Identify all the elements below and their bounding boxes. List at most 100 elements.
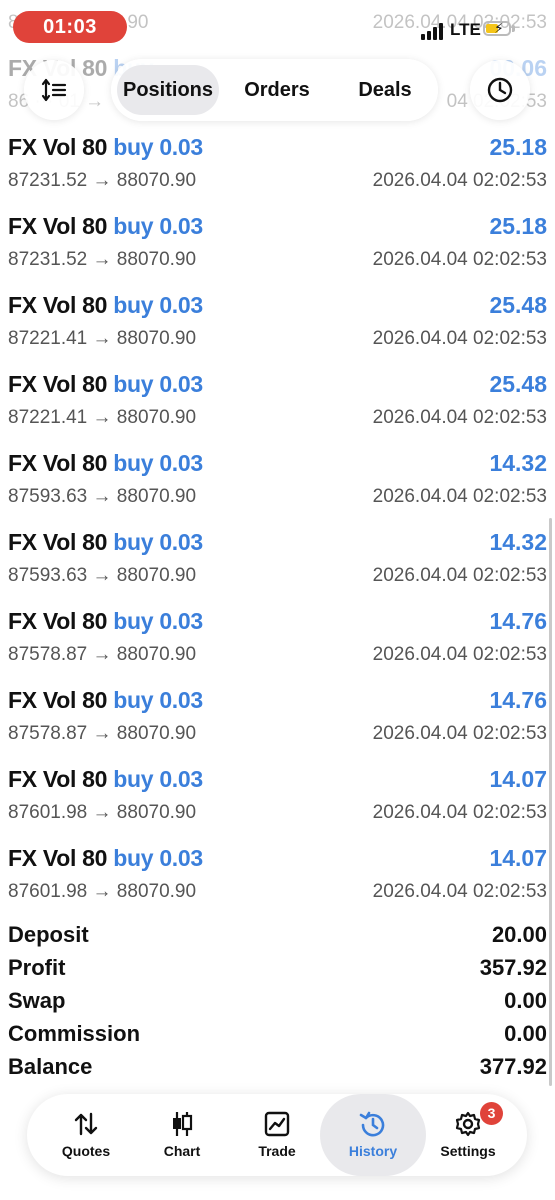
deal-title: FX Vol 80 buy 0.03 [8, 292, 203, 319]
scrollbar[interactable] [549, 518, 552, 1086]
tab-label: History [348, 1143, 398, 1159]
deal-date: 2026.04.04 02:02:53 [372, 802, 547, 823]
list-item[interactable]: FX Vol 80 buy 0.03 14.07 87601.98 → 88070.… [0, 845, 555, 924]
deal-prices: 87231.52 → 88070.90 [8, 170, 197, 191]
tab-positions[interactable]: Positions [117, 65, 219, 115]
battery-icon: ⚡ [483, 20, 511, 36]
tab-orders[interactable]: Orders [225, 65, 329, 115]
tab-trade[interactable]: Trade [232, 1094, 322, 1176]
deal-symbol: FX Vol 80 [8, 687, 108, 713]
deal-side: buy 0.03 [113, 529, 203, 555]
network-type: LTE [450, 20, 481, 39]
summary-row-balance: Balance 377.92 [0, 1050, 555, 1083]
deal-side: buy 0.03 [113, 845, 203, 871]
list-item[interactable]: FX Vol 80 buy 0.03 25.18 87231.52 → 88070.… [0, 134, 555, 213]
notification-badge: 3 [480, 1102, 503, 1125]
signal-icon [421, 22, 449, 40]
deal-side: buy 0.03 [113, 134, 203, 160]
tab-quotes[interactable]: Quotes [41, 1094, 131, 1176]
deal-symbol: FX Vol 80 [8, 292, 108, 318]
summary-label: Profit [8, 955, 66, 980]
summary-label: Swap [8, 988, 66, 1013]
list-item[interactable]: FX Vol 80 buy 0.03 14.76 87578.87 → 88070.… [0, 608, 555, 687]
deal-date: 2026.04.04 02:02:53 [372, 328, 547, 349]
summary-value: 357.92 [479, 955, 547, 980]
deal-profit: 14.76 [489, 608, 547, 634]
top-toolbar: Positions Orders Deals [0, 56, 555, 124]
deal-side: buy 0.03 [113, 450, 203, 476]
deal-profit: 14.76 [489, 687, 547, 713]
sort-button[interactable] [24, 60, 84, 120]
deal-profit: 14.32 [489, 450, 547, 476]
deal-side: buy 0.03 [113, 687, 203, 713]
tab-deals[interactable]: Deals [335, 65, 435, 115]
deal-symbol: FX Vol 80 [8, 766, 108, 792]
deal-title: FX Vol 80 buy 0.03 [8, 687, 203, 714]
deal-prices: 87221.41 → 88070.90 [8, 407, 197, 428]
deal-title: FX Vol 80 buy 0.03 [8, 450, 203, 477]
deal-symbol: FX Vol 80 [8, 134, 108, 160]
gear-icon [455, 1111, 481, 1137]
deal-profit: 25.18 [489, 213, 547, 239]
deal-symbol: FX Vol 80 [8, 845, 108, 871]
deal-profit: 14.32 [489, 529, 547, 555]
summary-row-commission: Commission 0.00 [0, 1017, 555, 1050]
deal-side: buy 0.03 [113, 766, 203, 792]
deal-prices: 87578.87 → 88070.90 [8, 723, 197, 744]
summary-value: 0.00 [504, 1021, 547, 1046]
deal-title: FX Vol 80 buy 0.03 [8, 845, 203, 872]
deal-prices: 87221.41 → 88070.90 [8, 328, 197, 349]
deal-profit: 14.07 [489, 845, 547, 871]
deal-symbol: FX Vol 80 [8, 371, 108, 397]
deal-profit: 25.48 [489, 371, 547, 397]
deal-date: 2026.04.04 02:02:53 [372, 565, 547, 586]
summary-value: 377.92 [479, 1054, 547, 1079]
list-item[interactable]: FX Vol 80 buy 0.03 14.32 87593.63 → 88070.… [0, 450, 555, 529]
deal-date: 2026.04.04 02:02:53 [372, 170, 547, 191]
sort-icon [41, 78, 67, 102]
deal-prices: 87601.98 → 88070.90 [8, 881, 197, 902]
quotes-icon [74, 1112, 98, 1136]
deal-prices: 87593.63 → 88070.90 [8, 486, 197, 507]
deal-symbol: FX Vol 80 [8, 213, 108, 239]
summary-value: 20.00 [491, 922, 547, 947]
list-item[interactable]: FX Vol 80 buy 0.03 25.18 87231.52 → 88070.… [0, 213, 555, 292]
summary-label: Deposit [8, 922, 89, 947]
deal-date: 2026.04.04 02:02:53 [372, 881, 547, 902]
summary-value: 0.00 [504, 988, 547, 1013]
history-tabs: Positions Orders Deals [111, 59, 438, 121]
trade-icon [264, 1111, 290, 1137]
deal-date: 2026.04.04 02:02:53 [372, 644, 547, 665]
tab-settings[interactable]: 3 Settings [423, 1094, 513, 1176]
tab-label: Quotes [61, 1143, 111, 1159]
deal-prices: 87578.87 → 88070.90 [8, 644, 197, 665]
tab-history[interactable]: History [320, 1094, 426, 1176]
clock-icon [487, 77, 513, 103]
candlestick-icon [173, 1112, 193, 1136]
deal-symbol: FX Vol 80 [8, 450, 108, 476]
period-button[interactable] [470, 60, 530, 120]
list-item[interactable]: FX Vol 80 buy 0.03 14.32 87593.63 → 88070.… [0, 529, 555, 608]
deal-side: buy 0.03 [113, 292, 203, 318]
battery-tip [512, 25, 515, 32]
deal-prices: 87601.98 → 88070.90 [8, 802, 197, 823]
list-item[interactable]: FX Vol 80 buy 0.03 14.07 87601.98 → 88070.… [0, 766, 555, 845]
deal-title: FX Vol 80 buy 0.03 [8, 608, 203, 635]
history-icon [359, 1111, 385, 1137]
list-item[interactable]: FX Vol 80 buy 0.03 14.76 87578.87 → 88070.… [0, 687, 555, 766]
deal-title: FX Vol 80 buy 0.03 [8, 529, 203, 556]
deal-symbol: FX Vol 80 [8, 608, 108, 634]
status-time: 01:03 [13, 11, 127, 43]
bottom-tab-bar: Quotes Chart Trade History 3 Settings [27, 1094, 527, 1176]
list-item[interactable]: FX Vol 80 buy 0.03 25.48 87221.41 → 88070.… [0, 292, 555, 371]
summary-row-deposit: Deposit 20.00 [0, 918, 555, 951]
deal-title: FX Vol 80 buy 0.03 [8, 213, 203, 240]
deal-date: 2026.04.04 02:02:53 [372, 249, 547, 270]
deal-prices: 87593.63 → 88070.90 [8, 565, 197, 586]
tab-label: Chart [163, 1143, 201, 1159]
deal-title: FX Vol 80 buy 0.03 [8, 134, 203, 161]
tab-chart[interactable]: Chart [137, 1094, 227, 1176]
list-item[interactable]: FX Vol 80 buy 0.03 25.48 87221.41 → 88070.… [0, 371, 555, 450]
deal-symbol: FX Vol 80 [8, 529, 108, 555]
summary-label: Balance [8, 1054, 93, 1079]
